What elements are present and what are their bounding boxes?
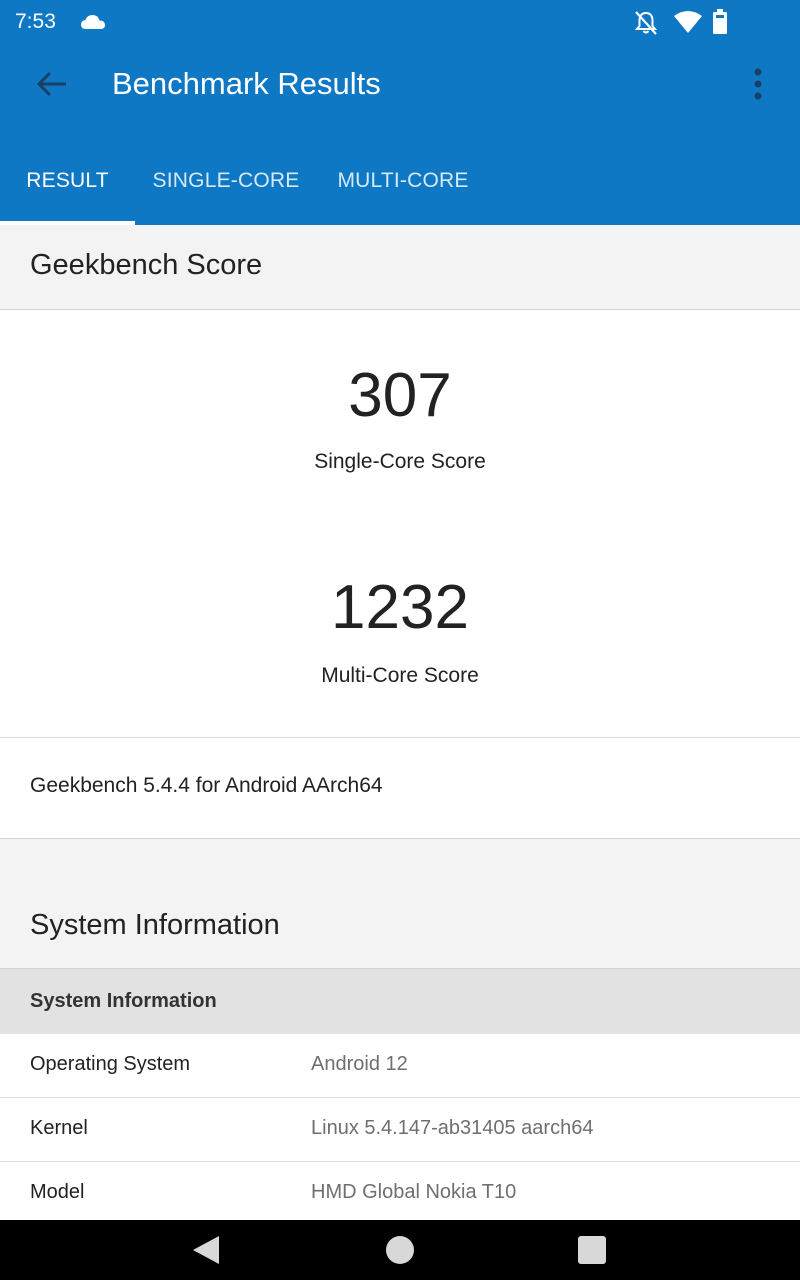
nav-home-icon[interactable] bbox=[370, 1220, 430, 1280]
info-key: Kernel bbox=[30, 1117, 88, 1139]
single-core-label: Single-Core Score bbox=[314, 450, 486, 473]
more-vert-icon[interactable] bbox=[738, 62, 778, 106]
tab-multi-core[interactable]: MULTI-CORE bbox=[333, 140, 473, 225]
page-title: Benchmark Results bbox=[112, 66, 381, 101]
info-row-kernel: Kernel Linux 5.4.147-ab31405 aarch64 bbox=[0, 1098, 800, 1162]
tab-result[interactable]: RESULT bbox=[0, 140, 135, 225]
geekbench-score-title: Geekbench Score bbox=[30, 249, 263, 281]
score-card: 307 Single-Core Score 1232 Multi-Core Sc… bbox=[0, 309, 800, 737]
battery-icon bbox=[711, 9, 729, 40]
info-row-model: Model HMD Global Nokia T10 bbox=[0, 1162, 800, 1220]
navigation-bar bbox=[0, 1220, 800, 1280]
back-arrow-icon[interactable] bbox=[28, 62, 76, 106]
system-info-title: System Information bbox=[30, 909, 280, 941]
version-text: Geekbench 5.4.4 for Android AArch64 bbox=[30, 774, 383, 797]
version-row: Geekbench 5.4.4 for Android AArch64 bbox=[0, 737, 800, 839]
nav-recents-icon[interactable] bbox=[562, 1220, 622, 1280]
wifi-icon bbox=[673, 9, 703, 40]
tab-bar: RESULT SINGLE-CORE MULTI-CORE bbox=[0, 140, 800, 225]
bell-off-icon bbox=[633, 9, 659, 42]
multi-core-score: 1232 bbox=[331, 573, 469, 642]
status-bar: 7:53 bbox=[0, 0, 800, 44]
info-value: Android 12 bbox=[311, 1053, 408, 1075]
info-value: Linux 5.4.147-ab31405 aarch64 bbox=[311, 1117, 594, 1139]
toolbar: Benchmark Results bbox=[0, 44, 800, 124]
info-value: HMD Global Nokia T10 bbox=[311, 1181, 517, 1203]
system-info-table-title: System Information bbox=[30, 990, 217, 1012]
info-row-operating-system: Operating System Android 12 bbox=[0, 1034, 800, 1098]
nav-back-icon[interactable] bbox=[176, 1220, 236, 1280]
info-key: Model bbox=[30, 1181, 85, 1203]
cloud-icon bbox=[79, 12, 107, 37]
system-info-header: System Information bbox=[0, 839, 800, 968]
multi-core-label: Multi-Core Score bbox=[321, 664, 479, 687]
info-key: Operating System bbox=[30, 1053, 191, 1075]
status-time: 7:53 bbox=[15, 10, 56, 33]
tab-single-core[interactable]: SINGLE-CORE bbox=[150, 140, 302, 225]
geekbench-score-header: Geekbench Score bbox=[0, 225, 800, 309]
single-core-score: 307 bbox=[348, 361, 452, 430]
system-info-table-header: System Information bbox=[0, 968, 800, 1034]
app-bar: 7:53 Benchmark Results RESULT SINGLE-COR… bbox=[0, 0, 800, 225]
